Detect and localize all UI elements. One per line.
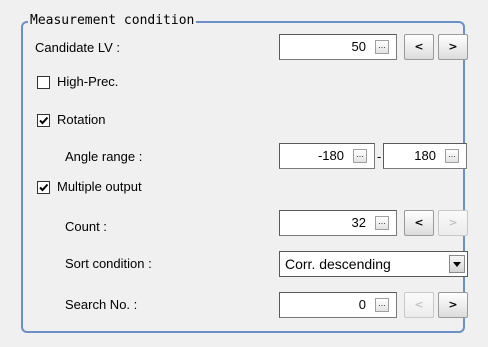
- candidate-lv-decrement-button[interactable]: <: [404, 34, 434, 60]
- count-field[interactable]: 32 ...: [279, 210, 397, 236]
- candidate-lv-field[interactable]: 50 ...: [279, 34, 397, 60]
- search-no-increment-button[interactable]: >: [438, 292, 468, 318]
- sort-condition-value: Corr. descending: [285, 256, 391, 272]
- high-prec-checkbox[interactable]: [37, 76, 50, 89]
- check-icon: [39, 183, 49, 192]
- angle-range-max-field[interactable]: 180 ...: [383, 143, 467, 169]
- search-no-label: Search No. :: [65, 297, 138, 312]
- multiple-output-checkbox[interactable]: [37, 181, 50, 194]
- sort-condition-select[interactable]: Corr. descending: [279, 251, 468, 277]
- count-dots-button[interactable]: ...: [375, 216, 389, 230]
- search-no-value: 0: [358, 297, 366, 312]
- count-label: Count :: [65, 219, 107, 234]
- measurement-condition-group: [21, 21, 465, 333]
- rotation-checkbox[interactable]: [37, 114, 50, 127]
- candidate-lv-dots-button[interactable]: ...: [375, 40, 389, 54]
- search-no-field[interactable]: 0 ...: [279, 292, 397, 318]
- angle-range-label: Angle range :: [65, 149, 143, 164]
- count-decrement-button[interactable]: <: [404, 210, 434, 236]
- group-title: Measurement condition: [28, 13, 197, 29]
- check-icon: [39, 116, 49, 125]
- chevron-down-icon[interactable]: [449, 255, 465, 273]
- measurement-panel: Measurement condition Candidate LV : 50 …: [0, 0, 488, 347]
- multiple-output-label: Multiple output: [57, 179, 142, 194]
- angle-range-min-value: -180: [317, 148, 344, 163]
- angle-range-min-field[interactable]: -180 ...: [279, 143, 375, 169]
- search-no-decrement-button[interactable]: <: [404, 292, 434, 318]
- angle-range-max-dots-button[interactable]: ...: [445, 149, 459, 163]
- sort-condition-label: Sort condition :: [65, 256, 152, 271]
- angle-range-min-dots-button[interactable]: ...: [353, 149, 367, 163]
- angle-range-separator: -: [377, 149, 382, 164]
- candidate-lv-increment-button[interactable]: >: [438, 34, 468, 60]
- high-prec-label: High-Prec.: [57, 74, 119, 89]
- count-value: 32: [351, 215, 366, 230]
- search-no-dots-button[interactable]: ...: [375, 298, 389, 312]
- angle-range-max-value: 180: [414, 148, 436, 163]
- candidate-lv-label: Candidate LV :: [35, 40, 121, 55]
- count-increment-button[interactable]: >: [438, 210, 468, 236]
- candidate-lv-value: 50: [351, 39, 366, 54]
- rotation-label: Rotation: [57, 112, 106, 127]
